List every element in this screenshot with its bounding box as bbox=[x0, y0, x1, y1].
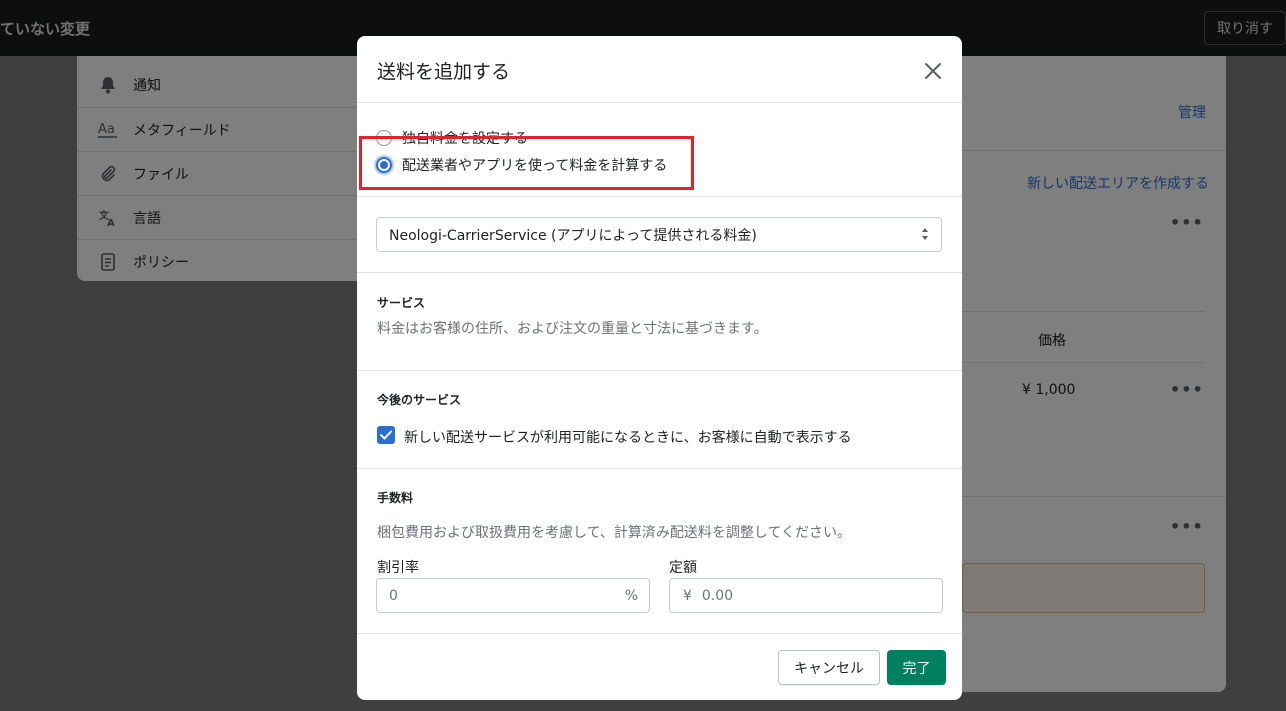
highlight-annotation-box bbox=[359, 136, 694, 190]
carrier-service-select[interactable]: Neologi-CarrierService (アプリによって提供される料金) bbox=[376, 217, 942, 252]
percent-field-label: 割引率 bbox=[377, 560, 419, 576]
cancel-button[interactable]: キャンセル bbox=[778, 650, 880, 685]
percent-suffix: % bbox=[624, 587, 638, 604]
divider bbox=[357, 370, 962, 371]
add-rate-modal: 送料を追加する 独自料金を設定する 配送業者やアプリを使って料金を計算する Ne… bbox=[357, 36, 962, 700]
divider bbox=[357, 102, 962, 103]
auto-show-services-label: 新しい配送サービスが利用可能になるときに、お客様に自動で表示する bbox=[404, 430, 852, 446]
select-arrows-icon bbox=[922, 228, 928, 240]
close-icon[interactable] bbox=[920, 58, 946, 84]
currency-prefix: ¥ bbox=[683, 587, 692, 604]
services-heading: サービス bbox=[377, 296, 426, 310]
carrier-service-select-value: Neologi-CarrierService (アプリによって提供される料金) bbox=[389, 227, 757, 244]
divider bbox=[357, 633, 962, 634]
future-services-heading: 今後のサービス bbox=[377, 393, 462, 407]
checkmark-icon bbox=[380, 430, 392, 440]
percent-input-placeholder: 0 bbox=[389, 587, 398, 604]
flat-field-label: 定額 bbox=[669, 560, 697, 576]
flat-adjust-input[interactable]: ¥ 0.00 bbox=[669, 578, 943, 613]
divider bbox=[357, 196, 962, 197]
modal-title: 送料を追加する bbox=[377, 61, 511, 83]
divider bbox=[357, 468, 962, 469]
services-description: 料金はお客様の住所、および注文の重量と寸法に基づきます。 bbox=[377, 321, 768, 337]
done-button[interactable]: 完了 bbox=[887, 650, 946, 685]
handling-fee-description: 梱包費用および取扱費用を考慮して、計算済み配送料を調整してください。 bbox=[377, 525, 852, 541]
percent-adjust-input[interactable]: 0 % bbox=[376, 578, 650, 613]
handling-fee-heading: 手数料 bbox=[377, 491, 414, 505]
flat-input-placeholder: 0.00 bbox=[701, 587, 734, 604]
auto-show-services-checkbox[interactable] bbox=[377, 426, 395, 444]
divider bbox=[357, 272, 962, 273]
